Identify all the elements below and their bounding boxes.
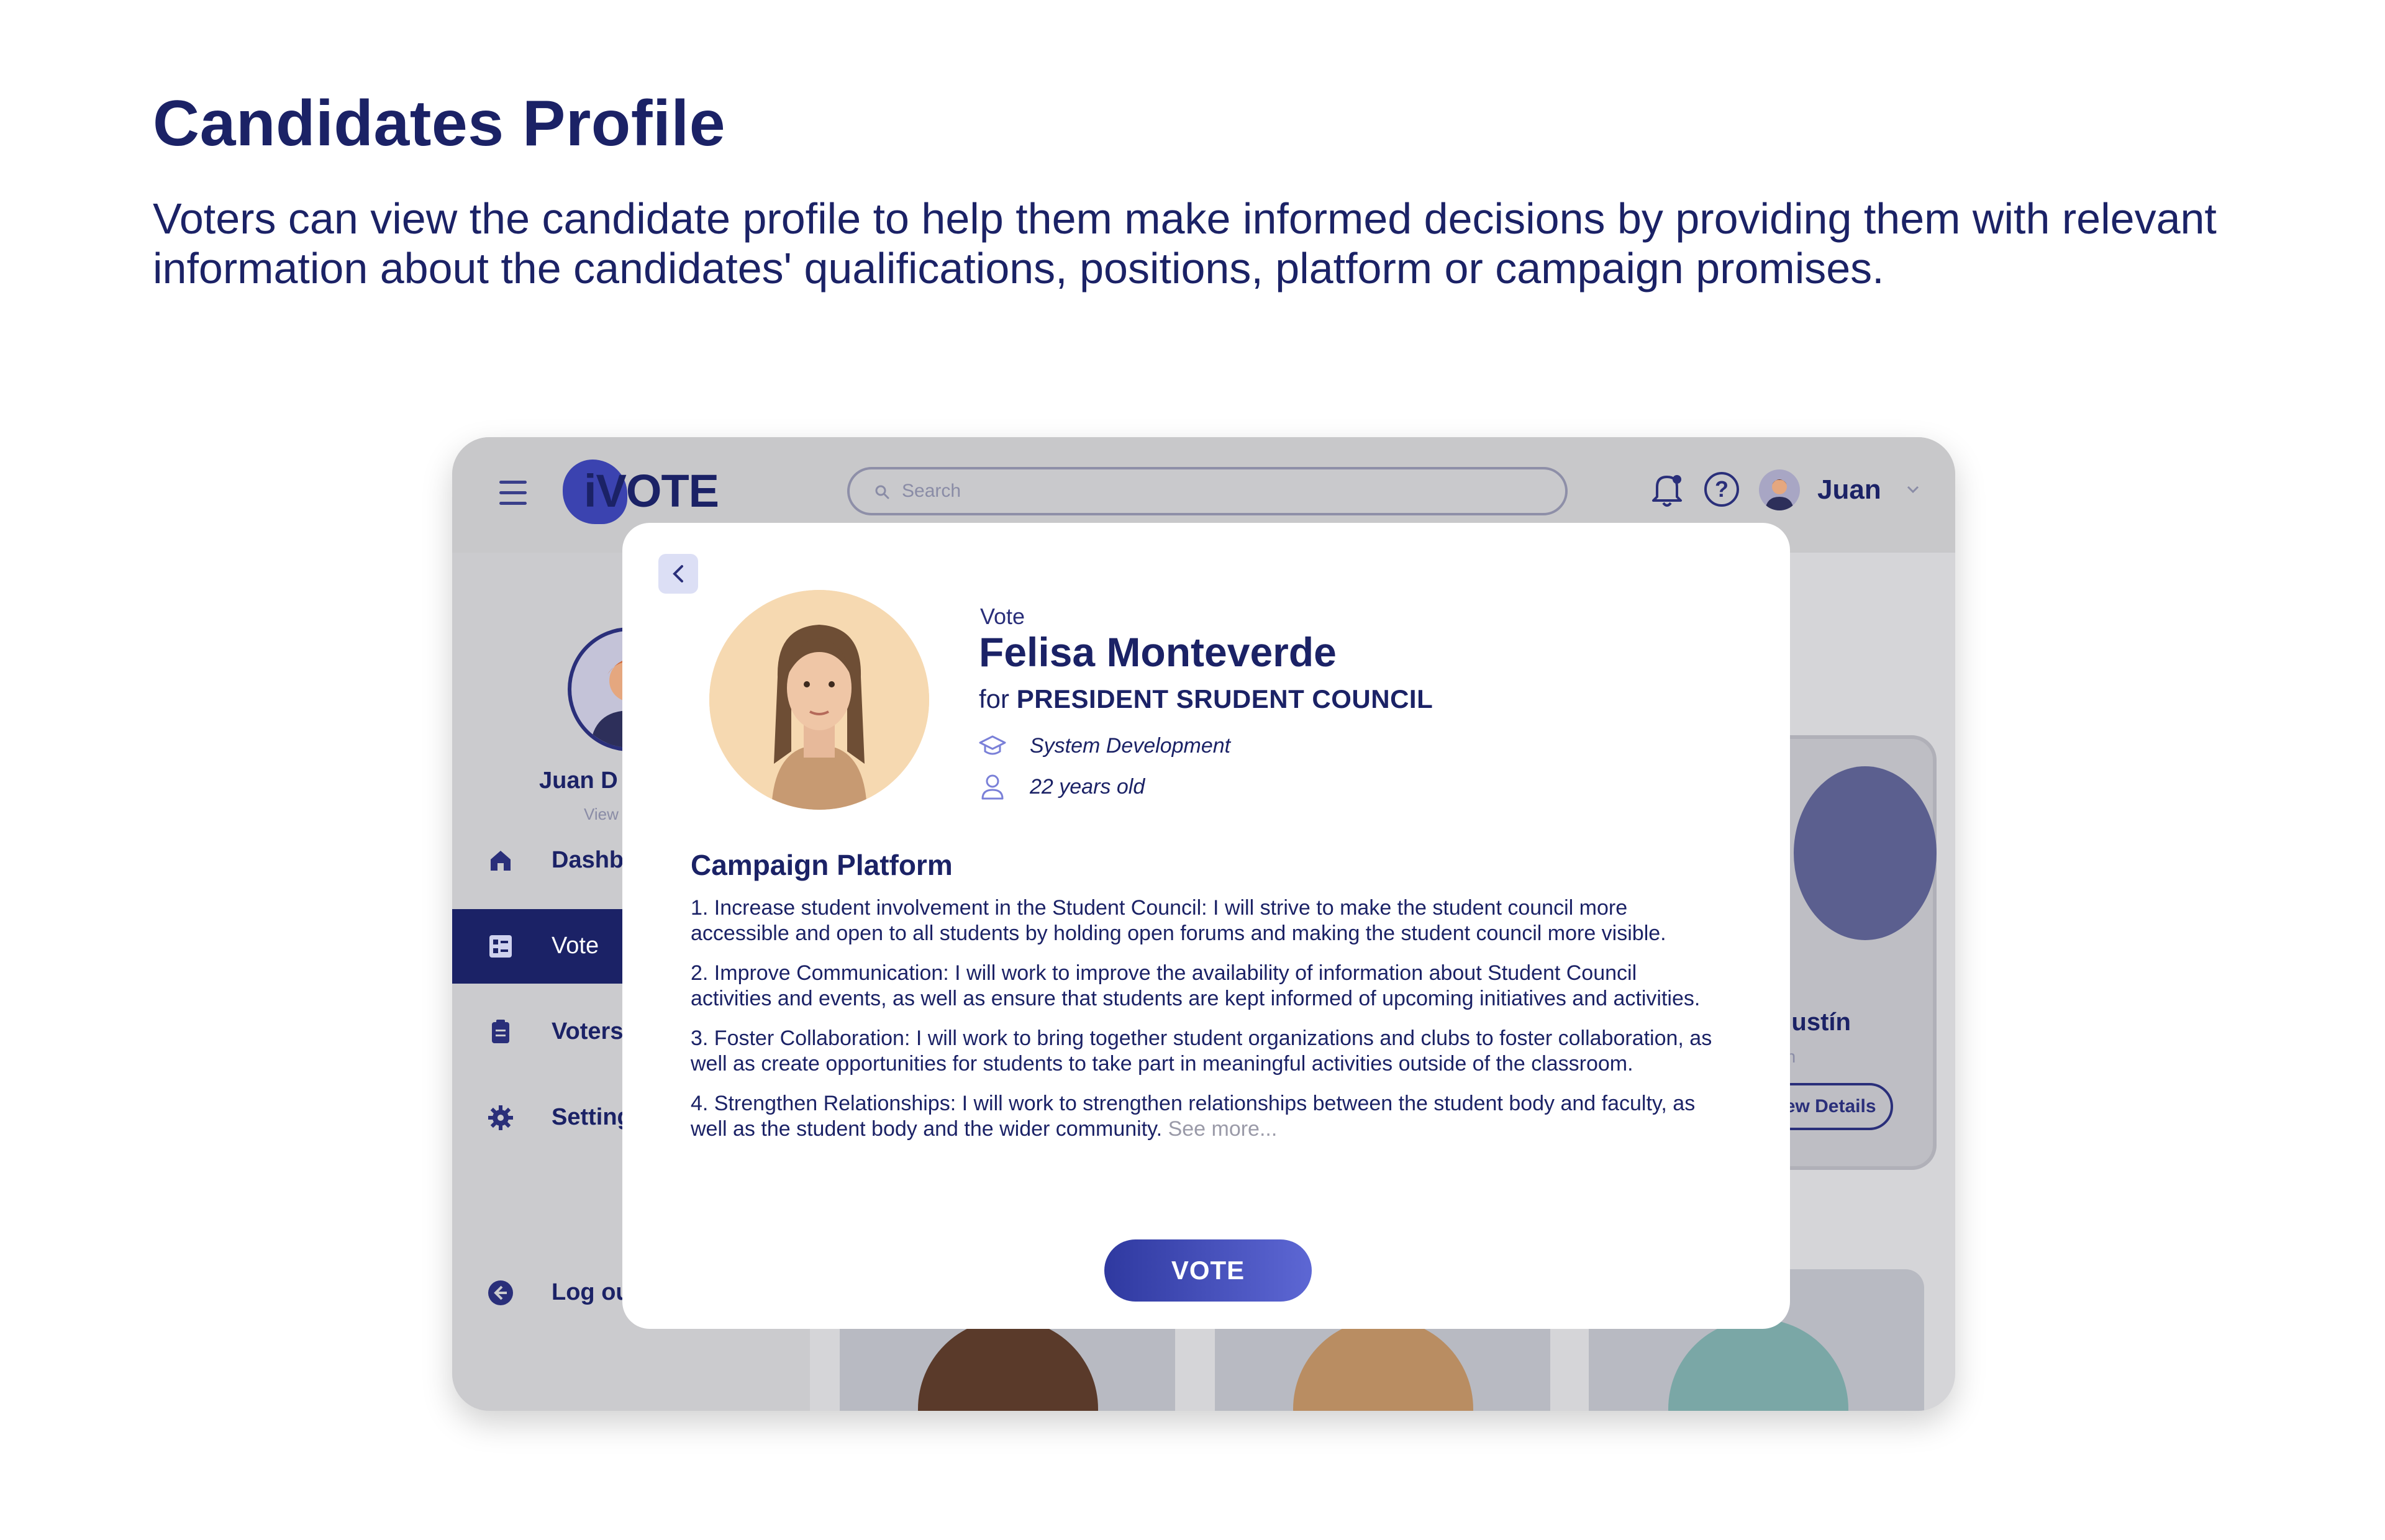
ballot-list-icon [489, 935, 512, 958]
sidebar-item-label: Dashb [552, 847, 624, 873]
candidate-position: PRESIDENT SRUDENT COUNCIL [1016, 684, 1433, 713]
sidebar-item-label: Vote [552, 933, 599, 959]
menu-icon[interactable] [499, 481, 527, 505]
user-avatar[interactable] [1759, 469, 1800, 510]
logout-icon [488, 1280, 513, 1305]
sidebar-item-label: Voters [552, 1018, 624, 1044]
candidate-profile-modal: Vote Felisa Monteverde for PRESIDENT SRU… [622, 523, 1790, 1329]
candidate-photo [709, 590, 929, 810]
search-input[interactable]: Search [847, 467, 1568, 515]
bell-icon[interactable] [1648, 469, 1686, 509]
candidate-course: System Development [1030, 734, 1231, 758]
person-icon [981, 774, 1004, 800]
home-icon [491, 851, 511, 871]
help-icon[interactable]: ? [1704, 472, 1739, 507]
back-button[interactable] [658, 554, 698, 594]
profile-name: Juan D [539, 768, 618, 794]
page-description: Voters can view the candidate profile to… [153, 194, 2217, 292]
chevron-left-icon [673, 565, 683, 582]
platform-item: 4. Strengthen Relationships: I will work… [691, 1091, 1722, 1142]
user-name[interactable]: Juan [1817, 474, 1881, 505]
platform-title: Campaign Platform [691, 849, 953, 881]
candidate-position-line: for PRESIDENT SRUDENT COUNCIL [979, 684, 1433, 714]
platform-item: 3. Foster Collaboration: I will work to … [691, 1026, 1712, 1076]
candidate-name: Felisa Monteverde [979, 629, 1337, 675]
clipboard-icon [492, 1020, 509, 1043]
platform-text: 1. Increase student involvement in the S… [691, 895, 1722, 1156]
app-logo: iVOTE [584, 465, 719, 517]
platform-item: 2. Improve Communication: I will work to… [691, 961, 1701, 1010]
profile-view-link[interactable]: View [584, 805, 619, 824]
search-placeholder: Search [902, 481, 961, 501]
search-icon [875, 485, 889, 499]
candidate-card-photo [1794, 766, 1937, 940]
candidate-age: 22 years old [1030, 775, 1145, 799]
chevron-down-icon[interactable] [1906, 482, 1920, 497]
vote-label: Vote [980, 604, 1025, 629]
page-title: Candidates Profile [153, 88, 726, 160]
see-more-link[interactable]: See more... [1168, 1117, 1278, 1141]
for-prefix: for [979, 684, 1010, 713]
graduation-cap-icon [979, 735, 1006, 755]
sidebar-item-label: Setting [552, 1104, 632, 1130]
platform-item: 1. Increase student involvement in the S… [691, 896, 1666, 945]
gear-icon [488, 1105, 513, 1130]
vote-button[interactable]: VOTE [1104, 1239, 1312, 1302]
